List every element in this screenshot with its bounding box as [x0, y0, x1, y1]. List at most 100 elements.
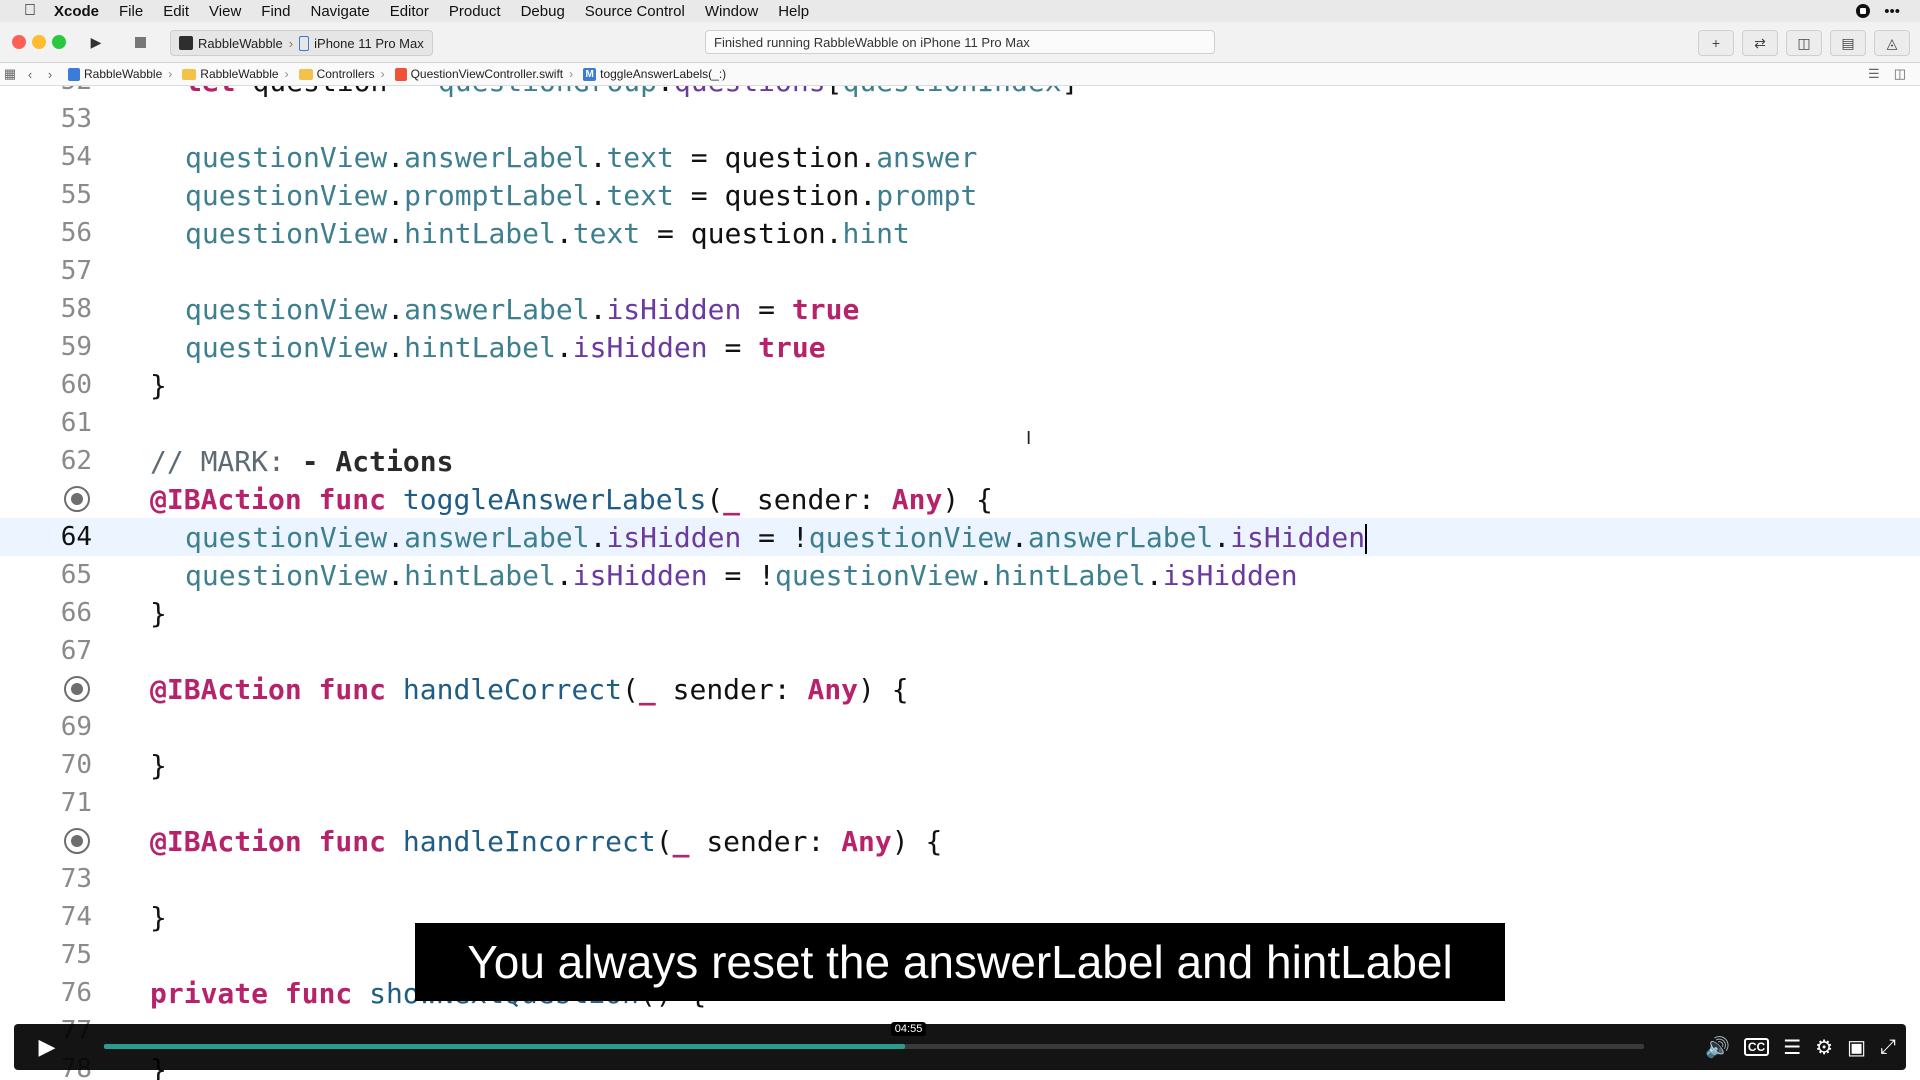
plus-icon: +	[1711, 35, 1721, 51]
breadcrumb-project-label: RabbleWabble	[84, 67, 163, 81]
split-editor-icon[interactable]: ◫	[1894, 66, 1906, 82]
code-line: 62 // MARK: - Actions	[0, 442, 1920, 480]
ibaction-connection-icon[interactable]	[64, 676, 90, 702]
code-review-button[interactable]: ⇄	[1742, 30, 1778, 56]
transcript-icon[interactable]: ☰	[1783, 1035, 1801, 1060]
picture-in-picture-icon[interactable]: ▣	[1847, 1035, 1866, 1060]
related-items-icon[interactable]: ▦	[0, 66, 20, 82]
menu-view[interactable]: View	[209, 3, 241, 20]
menu-product[interactable]: Product	[449, 3, 501, 20]
code-text: @IBAction func toggleAnswerLabels(_ send…	[150, 482, 993, 516]
more-icon[interactable]: •••	[1884, 3, 1900, 20]
chevron-right-icon: ›	[284, 67, 289, 81]
line-number: 61	[60, 408, 92, 438]
code-text: }	[150, 748, 167, 782]
chevron-right-icon: ›	[569, 67, 574, 81]
menu-find[interactable]: Find	[261, 3, 290, 20]
code-line: @IBAction func handleIncorrect(_ sender:…	[0, 822, 1920, 860]
breadcrumb-method[interactable]: MtoggleAnswerLabels(_:)	[583, 67, 726, 81]
video-time: 04:55	[890, 1022, 927, 1036]
video-progress-bar[interactable]: 04:55	[104, 1022, 1644, 1049]
line-number: 73	[60, 864, 92, 894]
line-number: 69	[60, 712, 92, 742]
breadcrumb-project[interactable]: RabbleWabble ›	[68, 67, 178, 81]
device-name: iPhone 11 Pro Max	[314, 35, 424, 51]
menu-navigate[interactable]: Navigate	[310, 3, 369, 20]
video-play-button[interactable]: ▶	[14, 1024, 80, 1070]
code-line: 59 questionView.hintLabel.isHidden = tru…	[0, 328, 1920, 366]
line-number: 55	[60, 180, 92, 210]
play-icon: ▶	[90, 33, 102, 50]
line-number: 57	[60, 256, 92, 286]
chevron-right-icon: ›	[380, 67, 385, 81]
menu-window[interactable]: Window	[705, 3, 758, 20]
ibaction-connection-icon[interactable]	[64, 828, 90, 854]
code-line: 67	[0, 632, 1920, 670]
code-text: questionView.promptLabel.text = question…	[185, 178, 978, 212]
code-text: @IBAction func handleCorrect(_ sender: A…	[150, 672, 909, 706]
toggle-inspector-button[interactable]: ◬	[1874, 30, 1910, 56]
code-line: 70 }	[0, 746, 1920, 784]
scheme-selector[interactable]: RabbleWabble › iPhone 11 Pro Max	[170, 30, 433, 56]
screen-record-icon[interactable]	[1856, 4, 1871, 18]
breadcrumb-controllers[interactable]: Controllers ›	[298, 67, 391, 81]
menu-help[interactable]: Help	[778, 3, 809, 20]
line-number: 62	[60, 446, 92, 476]
menu-file[interactable]: File	[119, 3, 143, 20]
code-text: questionView.hintLabel.text = question.h…	[185, 216, 910, 250]
swift-file-icon	[394, 67, 407, 81]
breadcrumb-group[interactable]: RabbleWabble ›	[182, 67, 294, 81]
code-text: questionView.hintLabel.isHidden = !quest…	[185, 558, 1298, 592]
stop-icon	[134, 36, 146, 48]
back-icon[interactable]: ‹	[20, 67, 40, 82]
line-number: 54	[60, 142, 92, 172]
apple-icon[interactable]: 	[20, 2, 40, 20]
code-line: 52 let question = questionGroup.question…	[0, 86, 1920, 100]
toggle-debug-area-button[interactable]: ▤	[1830, 30, 1866, 56]
code-line: 71	[0, 784, 1920, 822]
line-number: 52	[0, 86, 92, 96]
minimize-window-button[interactable]	[32, 35, 46, 49]
code-text: @IBAction func handleIncorrect(_ sender:…	[150, 824, 943, 858]
editor-options-icon[interactable]: ☰	[1868, 66, 1880, 82]
toggle-navigator-button[interactable]: ◫	[1786, 30, 1822, 56]
library-button[interactable]: +	[1698, 30, 1734, 56]
toolbar-right-controls: + ⇄ ◫ ▤ ◬	[1698, 30, 1910, 56]
menu-debug[interactable]: Debug	[521, 3, 565, 20]
video-progress-fill	[104, 1044, 905, 1049]
line-number: 64	[60, 522, 92, 552]
iphone-icon	[299, 35, 310, 51]
breadcrumb-file[interactable]: QuestionViewController.swift ›	[394, 67, 580, 81]
code-text: questionView.answerLabel.text = question…	[185, 140, 978, 174]
ibaction-connection-icon[interactable]	[64, 486, 90, 512]
settings-gear-icon[interactable]: ⚙	[1815, 1035, 1833, 1060]
menu-edit[interactable]: Edit	[163, 3, 189, 20]
exit-fullscreen-icon[interactable]: ⤢	[1880, 1036, 1896, 1059]
code-line: @IBAction func toggleAnswerLabels(_ send…	[0, 480, 1920, 518]
run-button[interactable]: ▶	[82, 30, 110, 54]
code-text: }	[150, 368, 167, 402]
code-line: 57	[0, 252, 1920, 290]
code-comment: // MARK: - Actions	[150, 444, 454, 478]
zoom-window-button[interactable]	[52, 35, 66, 49]
volume-icon[interactable]: 🔊	[1705, 1035, 1730, 1060]
text-cursor	[1365, 523, 1368, 554]
activity-status-text: Finished running RabbleWabble on iPhone …	[714, 34, 1030, 50]
forward-icon[interactable]: ›	[40, 67, 60, 82]
stop-button[interactable]	[126, 30, 154, 54]
code-line: 55 questionView.promptLabel.text = quest…	[0, 176, 1920, 214]
line-number: 53	[60, 104, 92, 134]
menu-app-name[interactable]: Xcode	[54, 3, 99, 20]
close-window-button[interactable]	[12, 35, 26, 49]
menu-editor[interactable]: Editor	[390, 3, 429, 20]
captions-icon[interactable]: CC	[1743, 1038, 1770, 1056]
chevron-right-icon: ›	[288, 35, 294, 51]
line-number: 56	[60, 218, 92, 248]
ibeam-cursor-icon: I	[1026, 428, 1032, 449]
menubar-extras: •••	[1856, 0, 1900, 22]
breadcrumb-method-label: toggleAnswerLabels(_:)	[600, 67, 727, 81]
chevron-right-icon: ›	[168, 67, 173, 81]
breadcrumb-group-label: RabbleWabble	[200, 67, 279, 81]
code-line: 54 questionView.answerLabel.text = quest…	[0, 138, 1920, 176]
menu-source-control[interactable]: Source Control	[585, 3, 685, 20]
